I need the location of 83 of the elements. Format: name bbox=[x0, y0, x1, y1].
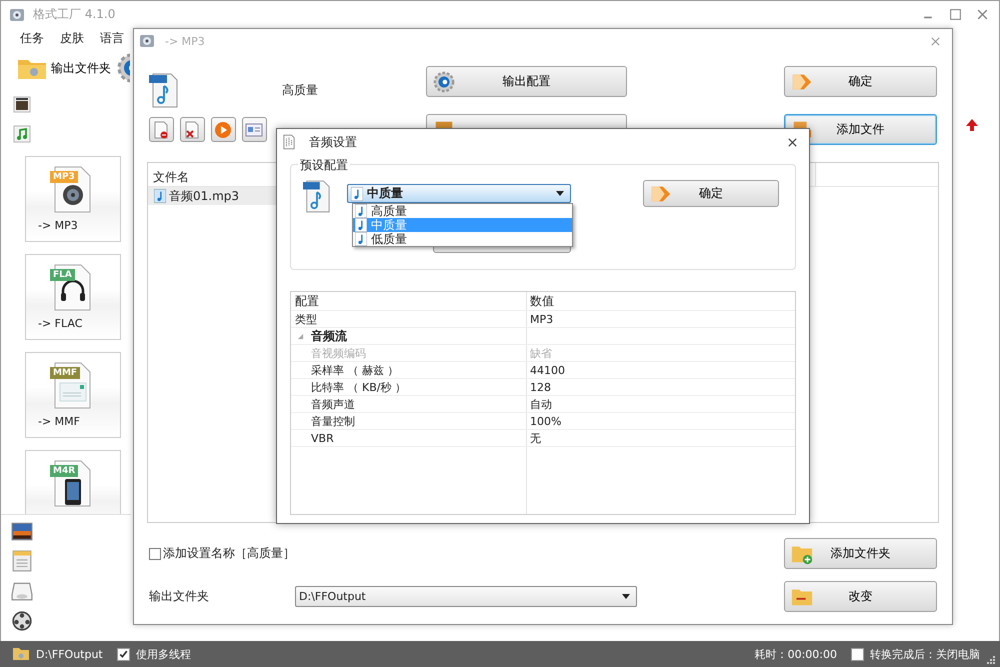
app-icon bbox=[139, 33, 155, 49]
checkbox[interactable] bbox=[116, 648, 130, 660]
info-button[interactable] bbox=[242, 117, 267, 142]
add-folder-button[interactable]: 添加文件夹 bbox=[784, 538, 937, 569]
preset-name: 高质量 bbox=[282, 82, 318, 98]
property-name: 音视频编码 bbox=[291, 345, 527, 361]
format-card[interactable]: MMF -> MMF bbox=[25, 352, 121, 438]
gear-icon bbox=[433, 70, 455, 92]
menu-item[interactable]: 任务 bbox=[20, 30, 44, 46]
dropdown-option[interactable]: 高质量 bbox=[353, 204, 572, 218]
music-note-icon bbox=[154, 189, 166, 203]
app-icon bbox=[9, 6, 25, 22]
up-arrow-icon[interactable] bbox=[965, 118, 979, 132]
dialog-title: 音频设置 bbox=[309, 134, 357, 150]
menu-item[interactable]: 语言 bbox=[100, 30, 124, 46]
delete-file-button[interactable] bbox=[180, 117, 205, 142]
document-icon[interactable] bbox=[11, 550, 33, 572]
output-config-button[interactable]: 输出配置 bbox=[426, 66, 627, 97]
output-path: D:\FFOutput bbox=[36, 648, 103, 660]
checkbox[interactable] bbox=[851, 648, 864, 660]
music-file-icon bbox=[303, 179, 331, 213]
property-name: 采样率 （ 赫兹 ） bbox=[291, 362, 527, 378]
menu-item[interactable]: 皮肤 bbox=[60, 30, 84, 46]
format-label: -> FLAC bbox=[38, 317, 82, 330]
property-value: 缺省 bbox=[529, 346, 553, 360]
caret-icon bbox=[556, 191, 564, 196]
column-header: 配置 bbox=[291, 292, 527, 310]
music-file-icon bbox=[149, 72, 179, 108]
window-title: -> MP3 bbox=[165, 34, 205, 48]
disc-drive-icon[interactable] bbox=[11, 580, 33, 602]
column-header: 数值 bbox=[529, 292, 555, 310]
elapsed-time: 耗时：00:00:00 bbox=[754, 646, 837, 662]
output-folder-select[interactable]: D:\FFOutput bbox=[295, 586, 637, 607]
ok-button[interactable]: 确定 bbox=[784, 66, 937, 97]
property-value: 无 bbox=[529, 430, 542, 446]
property-name: 音频声道 bbox=[291, 396, 527, 412]
property-name: 类型 bbox=[295, 312, 317, 326]
film-reel-icon[interactable] bbox=[11, 610, 33, 632]
output-folder-label: 输出文件夹 bbox=[149, 588, 210, 605]
group-legend: 预设配置 bbox=[298, 157, 350, 174]
remove-file-button[interactable] bbox=[149, 117, 174, 142]
music-note-icon bbox=[351, 186, 363, 200]
settings-file-icon bbox=[283, 134, 295, 150]
property-value: 100% bbox=[529, 414, 562, 428]
property-name: 比特率 （ KB/秒 ） bbox=[291, 379, 527, 395]
property-value: 44100 bbox=[529, 364, 566, 376]
change-button[interactable]: 改变 bbox=[784, 581, 937, 612]
add-file-button[interactable]: 添加文件 bbox=[784, 114, 937, 145]
ok-button[interactable]: 确定 bbox=[643, 180, 779, 207]
property-name: 音量控制 bbox=[291, 413, 527, 429]
format-card[interactable]: FLA -> FLAC bbox=[25, 254, 121, 340]
checkbox-label: 添加设置名称［高质量］ bbox=[163, 545, 295, 562]
folder-icon bbox=[12, 647, 30, 661]
format-label: -> MP3 bbox=[38, 219, 78, 232]
format-tag: FLA bbox=[50, 269, 75, 281]
caret-icon bbox=[622, 594, 630, 599]
property-value: MP3 bbox=[529, 312, 554, 326]
play-icon bbox=[213, 120, 233, 140]
play-button[interactable] bbox=[211, 117, 236, 142]
close-icon[interactable] bbox=[787, 136, 798, 148]
image-icon[interactable] bbox=[11, 520, 33, 542]
property-value: 自动 bbox=[529, 396, 553, 412]
music-note-icon bbox=[355, 218, 367, 232]
checkbox-label: 使用多线程 bbox=[136, 646, 191, 662]
output-folder-button[interactable]: 输出文件夹 bbox=[17, 56, 111, 80]
format-card[interactable]: MP3 -> MP3 bbox=[25, 156, 121, 242]
dropdown-option[interactable]: 低质量 bbox=[353, 232, 572, 246]
window-title: 格式工厂 4.1.0 bbox=[33, 6, 116, 23]
quality-select[interactable]: 中质量 bbox=[347, 184, 571, 203]
music-icon[interactable] bbox=[12, 124, 32, 144]
group-name: 音频流 bbox=[311, 328, 347, 344]
expand-icon[interactable] bbox=[297, 332, 304, 340]
checkbox-label: 转换完成后：关闭电脑 bbox=[870, 646, 980, 662]
maximize-icon[interactable] bbox=[949, 8, 962, 21]
format-tag: M4R bbox=[50, 465, 78, 477]
checkbox[interactable] bbox=[149, 548, 161, 560]
property-value: 128 bbox=[529, 380, 552, 394]
format-label: -> MMF bbox=[38, 415, 80, 428]
format-tag: MP3 bbox=[50, 171, 78, 183]
format-tag: MMF bbox=[50, 367, 80, 379]
film-icon[interactable] bbox=[12, 94, 32, 114]
resize-grip-icon[interactable] bbox=[986, 655, 996, 665]
property-name: VBR bbox=[291, 430, 527, 446]
